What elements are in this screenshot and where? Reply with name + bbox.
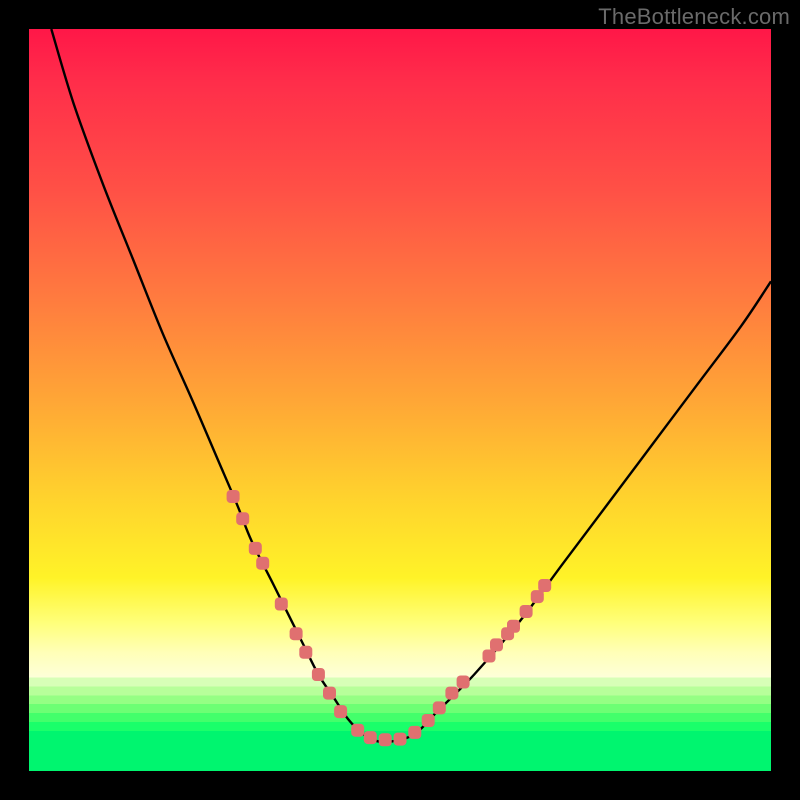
curve-marker (351, 724, 364, 737)
curve-marker (507, 620, 520, 633)
watermark-text: TheBottleneck.com (598, 4, 790, 30)
curve-marker (457, 676, 470, 689)
curve-marker (433, 701, 446, 714)
curve-marker (394, 733, 407, 746)
curve-marker (275, 598, 288, 611)
curve-marker (538, 579, 551, 592)
curve-marker (408, 726, 421, 739)
curve-marker (520, 605, 533, 618)
curve-marker (364, 731, 377, 744)
curve-marker (236, 512, 249, 525)
curve-marker (445, 687, 458, 700)
curve-marker (379, 733, 392, 746)
curve-marker (531, 590, 544, 603)
curve-markers (227, 490, 552, 746)
plot-area (29, 29, 771, 771)
curve-marker (256, 557, 269, 570)
curve-marker (227, 490, 240, 503)
curve-marker (490, 638, 503, 651)
curve-marker (483, 650, 496, 663)
bottleneck-curve-svg (29, 29, 771, 771)
curve-marker (422, 714, 435, 727)
curve-marker (299, 646, 312, 659)
bottleneck-curve-path (51, 29, 771, 742)
curve-marker (312, 668, 325, 681)
curve-marker (249, 542, 262, 555)
curve-marker (290, 627, 303, 640)
curve-marker (334, 705, 347, 718)
chart-frame: TheBottleneck.com (0, 0, 800, 800)
curve-marker (323, 687, 336, 700)
